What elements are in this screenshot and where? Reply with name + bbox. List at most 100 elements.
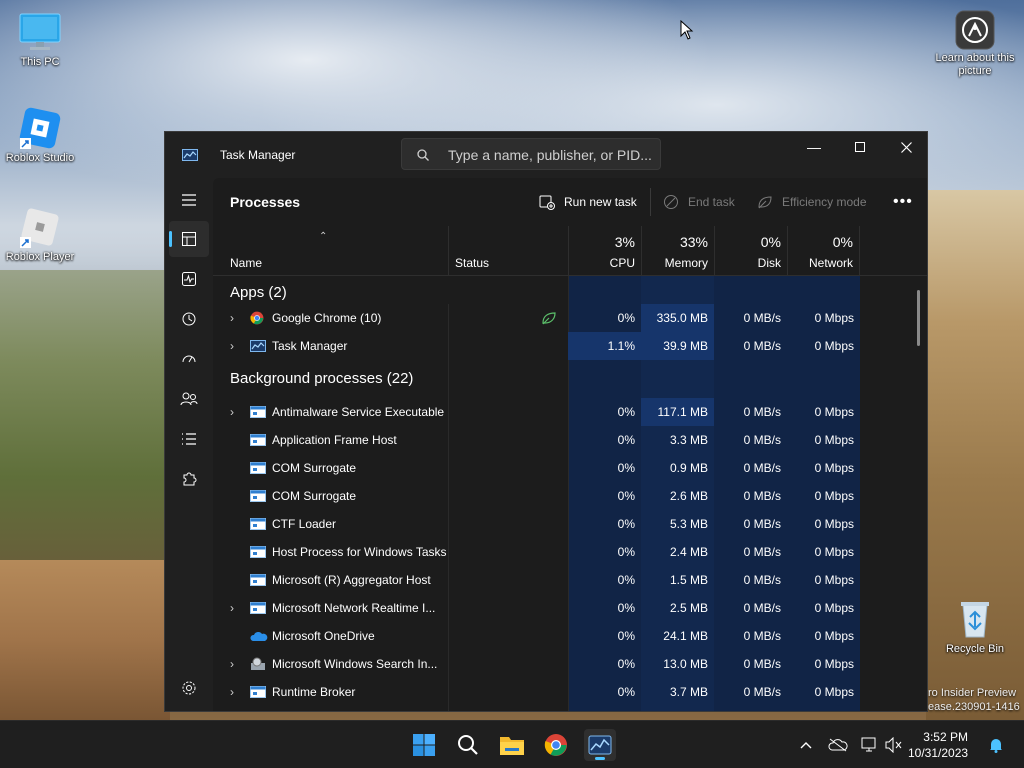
run-new-task-button[interactable]: Run new task <box>538 188 637 216</box>
navigation-rail <box>165 178 213 711</box>
cpu-total: 3% <box>614 234 635 250</box>
process-row[interactable]: Microsoft OneDrive 0% 24.1 MB 0 MB/s 0 Mbps <box>213 622 927 650</box>
column-disk-header[interactable]: 0% Disk <box>714 226 787 276</box>
network-cell: 0 Mbps <box>814 601 854 615</box>
scrollbar-thumb[interactable] <box>917 290 920 346</box>
start-button[interactable] <box>408 729 440 761</box>
chrome-button[interactable] <box>540 729 572 761</box>
efficiency-mode-button[interactable]: Efficiency mode <box>756 188 867 216</box>
memory-cell: 24.1 MB <box>663 629 708 643</box>
expand-chevron-icon[interactable]: › <box>230 685 240 699</box>
desktop-icon-this-pc[interactable]: This PC <box>0 10 80 69</box>
cpu-cell: 0% <box>617 629 635 643</box>
network-tray-button[interactable] <box>860 735 880 755</box>
clock[interactable]: 3:52 PM 10/31/2023 <box>908 729 968 761</box>
task-manager-icon <box>182 148 198 161</box>
cpu-cell: 0% <box>617 311 635 325</box>
app-window-icon <box>250 601 266 615</box>
memory-cell: 3.7 MB <box>669 685 708 699</box>
network-cell: 0 Mbps <box>814 339 854 353</box>
process-row[interactable]: › Google Chrome (10) 0% 335.0 MB 0 MB/s 0 Mbp… <box>213 304 927 332</box>
show-hidden-icons-button[interactable] <box>796 735 816 755</box>
process-row[interactable]: Host Process for Windows Tasks 0% 2.4 MB 0 … <box>213 538 927 566</box>
process-row[interactable]: COM Surrogate 0% 0.9 MB 0 MB/s 0 Mbps <box>213 454 927 482</box>
more-options-button[interactable]: ••• <box>893 188 913 216</box>
network-cell: 0 Mbps <box>814 517 854 531</box>
process-row[interactable]: CTF Loader 0% 5.3 MB 0 MB/s 0 Mbps <box>213 510 927 538</box>
group-header-background[interactable]: Background processes (22) <box>213 360 568 388</box>
learn-about-picture[interactable]: Learn about this picture <box>935 10 1015 78</box>
sort-ascending-icon: ⌃ <box>319 231 328 242</box>
process-row[interactable]: › Runtime Broker 0% 3.7 MB 0 MB/s 0 Mbps <box>213 678 927 706</box>
processes-page: Processes Run new task End task Efficien… <box>213 178 927 711</box>
expand-chevron-icon[interactable]: › <box>230 311 240 325</box>
network-cell: 0 Mbps <box>814 657 854 671</box>
end-task-button[interactable]: End task <box>662 188 735 216</box>
title-bar[interactable]: Task Manager Type a name, publisher, or … <box>165 132 927 178</box>
process-row[interactable]: Application Frame Host 0% 3.3 MB 0 MB/s 0 Mb… <box>213 426 927 454</box>
nav-app-history[interactable] <box>169 301 209 337</box>
desktop-icon-label: Roblox Player <box>5 251 75 263</box>
run-new-task-label: Run new task <box>564 195 637 209</box>
process-row[interactable]: Microsoft (R) Aggregator Host 0% 1.5 MB 0 M… <box>213 566 927 594</box>
search-icon <box>416 148 430 162</box>
column-name-header[interactable]: ⌃ Name <box>213 226 448 276</box>
column-status-header[interactable]: Status <box>448 226 568 276</box>
column-network-header[interactable]: 0% Network <box>787 226 860 276</box>
app-window-icon <box>250 517 266 531</box>
notifications-button[interactable] <box>986 735 1006 755</box>
memory-total: 33% <box>679 234 708 250</box>
close-button[interactable] <box>883 132 927 162</box>
process-row[interactable]: › Antimalware Service Executable 0% 117.1 M… <box>213 398 927 426</box>
nav-services[interactable] <box>169 461 209 497</box>
nav-processes[interactable] <box>169 221 209 257</box>
bell-icon <box>990 739 1002 753</box>
nav-settings[interactable] <box>169 670 209 706</box>
memory-cell: 3.3 MB <box>669 433 708 447</box>
process-row[interactable]: › Microsoft Network Realtime I... 0% 2.5 MB… <box>213 594 927 622</box>
process-row[interactable]: COM Surrogate 0% 2.6 MB 0 MB/s 0 Mbps <box>213 482 927 510</box>
network-cell: 0 Mbps <box>814 311 854 325</box>
group-header-apps[interactable]: Apps (2) <box>213 276 568 304</box>
process-name: Google Chrome (10) <box>272 311 382 325</box>
memory-cell: 2.5 MB <box>669 601 708 615</box>
nav-details[interactable] <box>169 421 209 457</box>
desktop-icon-roblox-player[interactable]: Roblox Player <box>0 205 80 264</box>
end-task-icon <box>662 193 680 211</box>
gear-icon <box>182 681 196 695</box>
nav-users[interactable] <box>169 381 209 417</box>
expand-chevron-icon[interactable]: › <box>230 601 240 615</box>
column-memory-header[interactable]: 33% Memory <box>641 226 714 276</box>
disk-cell: 0 MB/s <box>743 433 781 447</box>
disk-cell: 0 MB/s <box>743 517 781 531</box>
maximize-button[interactable] <box>837 132 883 162</box>
nav-startup-apps[interactable] <box>169 341 209 377</box>
volume-tray-button[interactable] <box>884 735 904 755</box>
hamburger-menu-button[interactable] <box>169 182 209 218</box>
expand-chevron-icon[interactable]: › <box>230 405 240 419</box>
cpu-cell: 0% <box>617 657 635 671</box>
search-box[interactable]: Type a name, publisher, or PID... <box>401 138 661 170</box>
task-manager-taskbar-button[interactable] <box>584 729 616 761</box>
process-row[interactable]: › Task Manager 1.1% 39.9 MB 0 MB/s 0 Mbps <box>213 332 927 360</box>
expand-chevron-icon[interactable]: › <box>230 657 240 671</box>
minimize-button[interactable]: — <box>791 132 837 162</box>
expand-chevron-icon[interactable]: › <box>230 339 240 353</box>
roblox-studio-icon <box>18 106 62 150</box>
desktop-icon-recycle-bin[interactable]: Recycle Bin <box>935 597 1015 656</box>
speaker-muted-icon <box>885 737 902 753</box>
search-button[interactable] <box>452 729 484 761</box>
nav-performance[interactable] <box>169 261 209 297</box>
onedrive-tray-button[interactable] <box>828 735 848 755</box>
watermark-line: ro Insider Preview <box>928 687 1017 699</box>
task-manager-window[interactable]: Task Manager Type a name, publisher, or … <box>164 131 928 712</box>
process-row[interactable]: › Microsoft Windows Search In... 0% 13.0 MB… <box>213 650 927 678</box>
column-cpu-header[interactable]: 3% CPU <box>568 226 641 276</box>
column-status-label: Status <box>455 256 490 270</box>
app-window-icon <box>250 405 266 419</box>
memory-cell: 39.9 MB <box>641 332 714 360</box>
file-explorer-button[interactable] <box>496 729 528 761</box>
cpu-cell: 0% <box>617 433 635 447</box>
desktop-icon-roblox-studio[interactable]: Roblox Studio <box>0 106 80 165</box>
cpu-cell: 0% <box>617 545 635 559</box>
